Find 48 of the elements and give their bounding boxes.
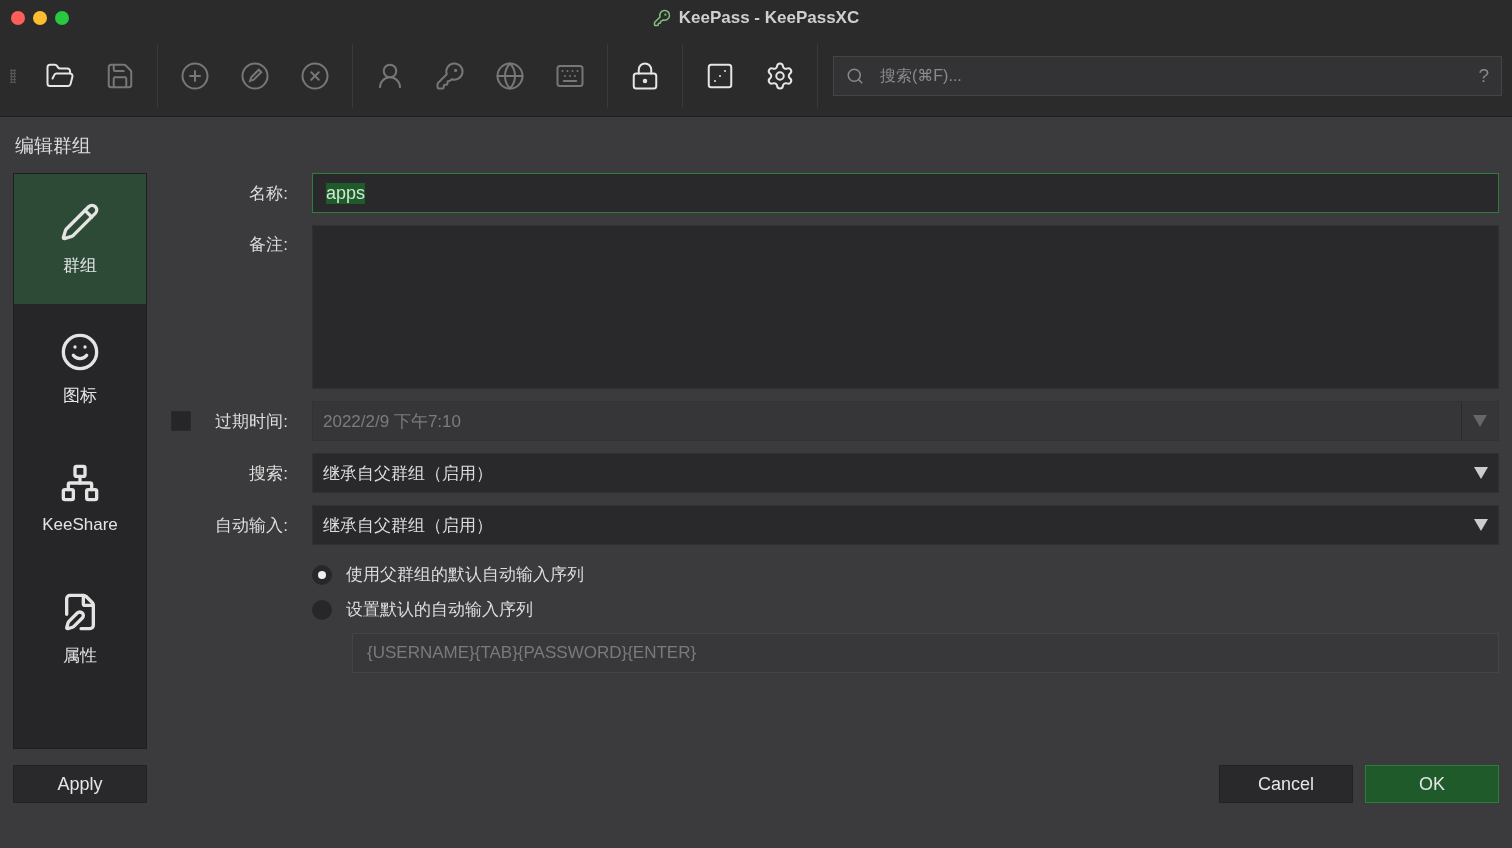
add-icon — [180, 61, 210, 91]
sidebar-item[interactable]: 图标 — [14, 304, 146, 434]
field-label: 搜索: — [249, 462, 288, 485]
ok-button[interactable]: OK — [1365, 765, 1499, 803]
zoom-button[interactable] — [55, 11, 69, 25]
field-label: 过期时间: — [215, 410, 288, 433]
field-label: 名称: — [249, 182, 288, 205]
sidebar-item[interactable]: 属性 — [14, 564, 146, 694]
sidebar-label: 属性 — [63, 644, 97, 667]
radio-label: 使用父群组的默认自动输入序列 — [346, 564, 584, 586]
smiley-icon — [60, 331, 100, 372]
sidebar-label: 图标 — [63, 384, 97, 407]
help-icon[interactable]: ? — [1478, 65, 1489, 87]
dropdown-arrow-icon — [1473, 415, 1487, 427]
globe-icon — [495, 61, 525, 91]
settings-icon — [765, 61, 795, 91]
key-icon — [435, 61, 465, 91]
minimize-button[interactable] — [33, 11, 47, 25]
window-title: KeePass - KeePassXC — [678, 8, 860, 28]
sidebar-item[interactable]: 群组 — [14, 174, 146, 304]
search-field[interactable]: 搜索(⌘F)... ? — [833, 56, 1502, 96]
lock-icon — [630, 61, 660, 91]
toolbar-grip[interactable] — [10, 69, 16, 83]
sidebar-label: KeeShare — [42, 515, 118, 535]
search-dropdown[interactable]: 继承自父群组（启用） — [312, 453, 1499, 493]
dice-icon — [705, 61, 735, 91]
cancel-button[interactable]: Cancel — [1219, 765, 1353, 803]
apply-button[interactable]: Apply — [13, 765, 147, 803]
field-label: 备注: — [249, 234, 288, 256]
field-label: 自动输入: — [215, 514, 288, 537]
app-logo-icon — [652, 9, 671, 27]
delete-icon — [300, 61, 330, 91]
pencil-circle-icon — [240, 61, 270, 91]
dropdown-arrow-icon — [1474, 467, 1488, 479]
sidebar-item[interactable]: KeeShare — [14, 434, 146, 564]
sidebar-label: 群组 — [63, 254, 97, 277]
autotype-dropdown[interactable]: 继承自父群组（启用） — [312, 505, 1499, 545]
radio-button[interactable] — [312, 564, 332, 585]
network-icon — [60, 463, 100, 503]
dropdown-arrow-icon — [1474, 519, 1488, 531]
search-icon — [846, 67, 864, 85]
pencil-icon — [60, 201, 100, 242]
field-value: apps — [326, 182, 366, 204]
name-field[interactable]: apps — [312, 173, 1499, 213]
close-button[interactable] — [11, 11, 25, 25]
save-icon — [105, 61, 135, 91]
dialog-title: 编辑群组 — [14, 134, 92, 158]
radio-label: 设置默认的自动输入序列 — [346, 599, 533, 621]
